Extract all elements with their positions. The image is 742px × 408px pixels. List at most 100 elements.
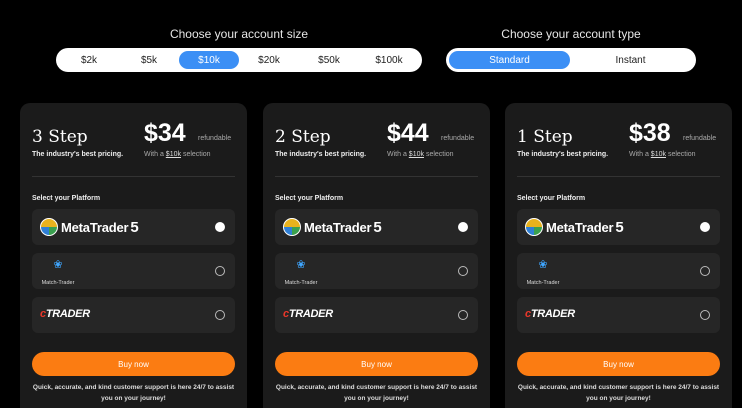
account-size-title: Choose your account size xyxy=(169,27,309,41)
size-option-5k[interactable]: $5k xyxy=(119,51,179,69)
radio-metatrader5[interactable] xyxy=(700,222,710,232)
plan-card-3-step: 3 Step $34 refundable The industry's bes… xyxy=(20,103,247,408)
support-note: Quick, accurate, and kind customer suppo… xyxy=(275,384,478,402)
selection-prefix: With a xyxy=(629,151,649,158)
size-option-10k[interactable]: $10k xyxy=(179,51,239,69)
selection-value: $10k xyxy=(650,151,666,158)
platform-label: Select your Platform xyxy=(517,195,586,202)
ctrader-wordmark: TRADER xyxy=(530,308,575,320)
platform-label: Select your Platform xyxy=(275,195,344,202)
selection-value: $10k xyxy=(165,151,181,158)
plan-steps: 2 Step xyxy=(275,127,331,147)
platform-label: Select your Platform xyxy=(32,195,101,202)
account-type-title: Choose your account type xyxy=(501,27,641,41)
match-trader-wordmark: Match-Trader xyxy=(526,280,560,286)
selection-value: $10k xyxy=(408,151,424,158)
selection-note: With a $10k selection xyxy=(629,151,696,158)
metatrader-number: 5 xyxy=(615,218,624,236)
selection-suffix: selection xyxy=(425,151,454,158)
selection-note: With a $10k selection xyxy=(144,151,211,158)
platform-option-metatrader5[interactable]: MetaTrader 5 xyxy=(32,209,235,245)
metatrader-number: 5 xyxy=(130,218,139,236)
platform-option-ctrader[interactable]: cTRADER xyxy=(517,297,720,333)
radio-ctrader[interactable] xyxy=(215,310,225,320)
platform-option-match-trader[interactable]: ❀ Match-Trader xyxy=(517,253,720,289)
size-option-100k[interactable]: $100k xyxy=(359,51,419,69)
buy-now-button[interactable]: Buy now xyxy=(275,352,478,376)
metatrader5-logo: MetaTrader 5 xyxy=(525,218,624,236)
plan-tagline: The industry's best pricing. xyxy=(32,151,124,158)
match-trader-wordmark: Match-Trader xyxy=(284,280,318,286)
metatrader-wordmark: MetaTrader 5 xyxy=(304,219,382,236)
metatrader-word: MetaTrader xyxy=(546,219,614,235)
lotus-icon: ❀ xyxy=(538,259,548,271)
platform-option-ctrader[interactable]: cTRADER xyxy=(32,297,235,333)
plan-card-2-step: 2 Step $44 refundable The industry's bes… xyxy=(263,103,490,408)
radio-metatrader5[interactable] xyxy=(458,222,468,232)
metatrader-icon xyxy=(40,218,58,236)
selection-note: With a $10k selection xyxy=(387,151,454,158)
metatrader-word: MetaTrader xyxy=(304,219,372,235)
size-option-50k[interactable]: $50k xyxy=(299,51,359,69)
selection-prefix: With a xyxy=(144,151,164,158)
plan-tagline: The industry's best pricing. xyxy=(275,151,367,158)
divider xyxy=(275,176,478,177)
plan-card-1-step: 1 Step $38 refundable The industry's bes… xyxy=(505,103,732,408)
match-trader-logo: ❀ Match-Trader xyxy=(525,260,561,289)
ctrader-logo: cTRADER xyxy=(40,308,90,320)
account-size-selector: $2k $5k $10k $20k $50k $100k xyxy=(56,48,422,72)
radio-ctrader[interactable] xyxy=(700,310,710,320)
lotus-icon: ❀ xyxy=(296,259,306,271)
metatrader-wordmark: MetaTrader 5 xyxy=(546,219,624,236)
size-option-2k[interactable]: $2k xyxy=(59,51,119,69)
size-option-20k[interactable]: $20k xyxy=(239,51,299,69)
plan-price: $34 xyxy=(144,119,186,147)
metatrader-icon xyxy=(525,218,543,236)
support-note: Quick, accurate, and kind customer suppo… xyxy=(517,384,720,402)
refundable-note: refundable xyxy=(683,135,717,142)
type-option-instant[interactable]: Instant xyxy=(570,51,691,69)
radio-metatrader5[interactable] xyxy=(215,222,225,232)
plan-tagline: The industry's best pricing. xyxy=(517,151,609,158)
plan-card-header: 2 Step $44 refundable The industry's bes… xyxy=(275,119,478,179)
type-option-standard[interactable]: Standard xyxy=(449,51,570,69)
plan-steps: 1 Step xyxy=(517,127,573,147)
buy-now-button[interactable]: Buy now xyxy=(32,352,235,376)
radio-match-trader[interactable] xyxy=(700,266,710,276)
ctrader-wordmark: TRADER xyxy=(45,308,90,320)
platform-option-ctrader[interactable]: cTRADER xyxy=(275,297,478,333)
divider xyxy=(517,176,720,177)
platform-option-match-trader[interactable]: ❀ Match-Trader xyxy=(275,253,478,289)
platform-option-metatrader5[interactable]: MetaTrader 5 xyxy=(275,209,478,245)
metatrader5-logo: MetaTrader 5 xyxy=(40,218,139,236)
refundable-note: refundable xyxy=(198,135,232,142)
selection-suffix: selection xyxy=(667,151,696,158)
metatrader-wordmark: MetaTrader 5 xyxy=(61,219,139,236)
plan-card-header: 1 Step $38 refundable The industry's bes… xyxy=(517,119,720,179)
metatrader-icon xyxy=(283,218,301,236)
platform-option-match-trader[interactable]: ❀ Match-Trader xyxy=(32,253,235,289)
match-trader-wordmark: Match-Trader xyxy=(41,280,75,286)
divider xyxy=(32,176,235,177)
ctrader-wordmark: TRADER xyxy=(288,308,333,320)
plan-card-header: 3 Step $34 refundable The industry's bes… xyxy=(32,119,235,179)
radio-match-trader[interactable] xyxy=(215,266,225,276)
metatrader5-logo: MetaTrader 5 xyxy=(283,218,382,236)
match-trader-logo: ❀ Match-Trader xyxy=(40,260,76,289)
ctrader-logo: cTRADER xyxy=(283,308,333,320)
plan-price: $44 xyxy=(387,119,429,147)
selection-prefix: With a xyxy=(387,151,407,158)
metatrader-number: 5 xyxy=(373,218,382,236)
selection-suffix: selection xyxy=(182,151,211,158)
ctrader-logo: cTRADER xyxy=(525,308,575,320)
buy-now-button[interactable]: Buy now xyxy=(517,352,720,376)
lotus-icon: ❀ xyxy=(53,259,63,271)
platform-option-metatrader5[interactable]: MetaTrader 5 xyxy=(517,209,720,245)
support-note: Quick, accurate, and kind customer suppo… xyxy=(32,384,235,402)
plan-price: $38 xyxy=(629,119,671,147)
refundable-note: refundable xyxy=(441,135,475,142)
account-type-selector: Standard Instant xyxy=(446,48,696,72)
radio-ctrader[interactable] xyxy=(458,310,468,320)
radio-match-trader[interactable] xyxy=(458,266,468,276)
match-trader-logo: ❀ Match-Trader xyxy=(283,260,319,289)
